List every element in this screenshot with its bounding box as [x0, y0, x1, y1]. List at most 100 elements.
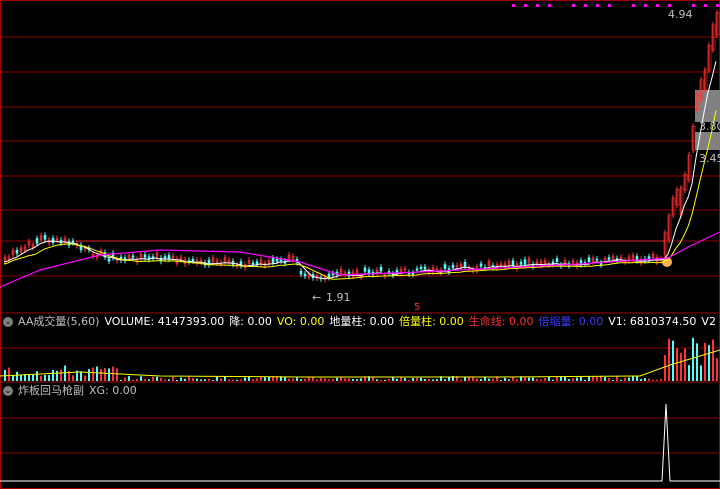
volume-bar — [432, 379, 434, 381]
candle-body — [443, 264, 447, 269]
volume-bar — [488, 378, 490, 381]
volume-bar — [648, 378, 650, 381]
volume-bar — [324, 378, 326, 381]
volume-bar — [12, 375, 14, 381]
volume-bar — [396, 378, 398, 381]
volume-bar — [16, 371, 18, 381]
vo-value: VO: 0.00 — [276, 315, 325, 328]
candle-body — [43, 235, 47, 240]
volume-bar — [116, 368, 118, 381]
candle-body — [607, 257, 611, 260]
volume-bar — [444, 379, 446, 381]
volume-bar — [428, 378, 430, 381]
volume-bar — [244, 377, 246, 381]
top-marker — [608, 4, 611, 7]
collapse-chevron-icon[interactable]: ⌄ — [3, 317, 13, 327]
candle-body — [331, 273, 335, 276]
candle-body — [363, 267, 367, 272]
top-marker — [536, 4, 539, 7]
volume-bar — [696, 343, 698, 381]
volume-bar — [660, 379, 662, 381]
xg-value: XG: 0.00 — [89, 384, 137, 397]
candle-body — [479, 263, 483, 267]
candlesticks[interactable] — [3, 9, 720, 283]
candle-body — [299, 270, 303, 275]
candle-body — [15, 249, 19, 254]
volume-bar — [196, 378, 198, 381]
price-label-level-b: 3.45 — [699, 152, 720, 165]
candle-body — [347, 271, 351, 277]
top-marker — [572, 4, 575, 7]
volume-bar — [700, 365, 702, 381]
candle-body — [595, 258, 599, 261]
volume-bar — [516, 379, 518, 381]
volume-bar — [312, 377, 314, 381]
candle-body — [511, 260, 515, 266]
volume-bar — [388, 378, 390, 381]
volume-bar — [528, 377, 530, 381]
volume-bar — [580, 376, 582, 381]
signal-indicator-name[interactable]: 炸板回马枪副 — [18, 383, 84, 399]
volume-bar — [172, 376, 174, 381]
volume-bar — [48, 375, 50, 381]
moving-average-lines — [0, 61, 720, 288]
volume-bar — [40, 375, 42, 381]
volume-bar — [536, 378, 538, 381]
volume-bar — [584, 379, 586, 381]
volume-indicator-name[interactable]: AA成交量(5,60) — [18, 314, 99, 330]
volume-bar — [596, 376, 598, 381]
candle-body — [131, 255, 135, 258]
volume-bar — [164, 379, 166, 381]
volume-bar — [412, 378, 414, 381]
volume-bar — [208, 378, 210, 381]
volume-bar — [72, 375, 74, 381]
low-arrow-icon: ← — [312, 291, 321, 304]
volume-bar — [360, 378, 362, 381]
volume-bar — [264, 377, 266, 381]
volume-bar — [716, 358, 718, 381]
signal-spike-line — [0, 403, 720, 482]
volume-bar — [292, 378, 294, 381]
kline-chart[interactable]: 4.94 3.80 3.45 ← 1.91 5 — [0, 0, 720, 489]
top-marker — [632, 4, 635, 7]
chart-frame — [0, 0, 720, 489]
volume-bar — [404, 378, 406, 381]
volume-bar — [564, 376, 566, 381]
volume-bar — [712, 339, 714, 381]
volume-bar — [136, 378, 138, 381]
volume-bar — [472, 377, 474, 381]
volume-bars[interactable] — [0, 337, 720, 381]
volume-bar — [376, 379, 378, 381]
volume-bar — [128, 376, 130, 381]
volume-bar — [148, 379, 150, 381]
candle-body — [327, 273, 331, 278]
top-marker — [716, 4, 719, 7]
top-marker — [548, 4, 551, 7]
event-marker-icon[interactable]: 5 — [414, 302, 420, 313]
volume-bar — [124, 377, 126, 381]
candle-body — [555, 258, 559, 263]
volume-bar — [336, 377, 338, 381]
volume-bar — [400, 377, 402, 381]
collapse-chevron-icon[interactable]: ⌄ — [3, 386, 13, 396]
volume-bar — [240, 379, 242, 381]
top-marker — [656, 4, 659, 7]
candle-body — [35, 238, 39, 244]
volume-bar — [688, 365, 690, 381]
volume-bar — [560, 376, 562, 381]
volume-bar — [348, 378, 350, 381]
volume-bar — [668, 338, 670, 381]
volume-bar — [384, 379, 386, 381]
volume-bar — [192, 377, 194, 381]
candle-body — [523, 259, 527, 265]
top-marker — [524, 4, 527, 7]
volume-bar — [20, 375, 22, 381]
candle-body — [251, 262, 255, 265]
volume-bar — [620, 379, 622, 381]
candle-body — [451, 264, 455, 269]
fall-value: 降: 0.00 — [229, 315, 272, 328]
volume-bar — [36, 371, 38, 381]
volume-bar — [320, 377, 322, 381]
volume-bar — [604, 376, 606, 381]
volume-bar — [140, 376, 142, 381]
